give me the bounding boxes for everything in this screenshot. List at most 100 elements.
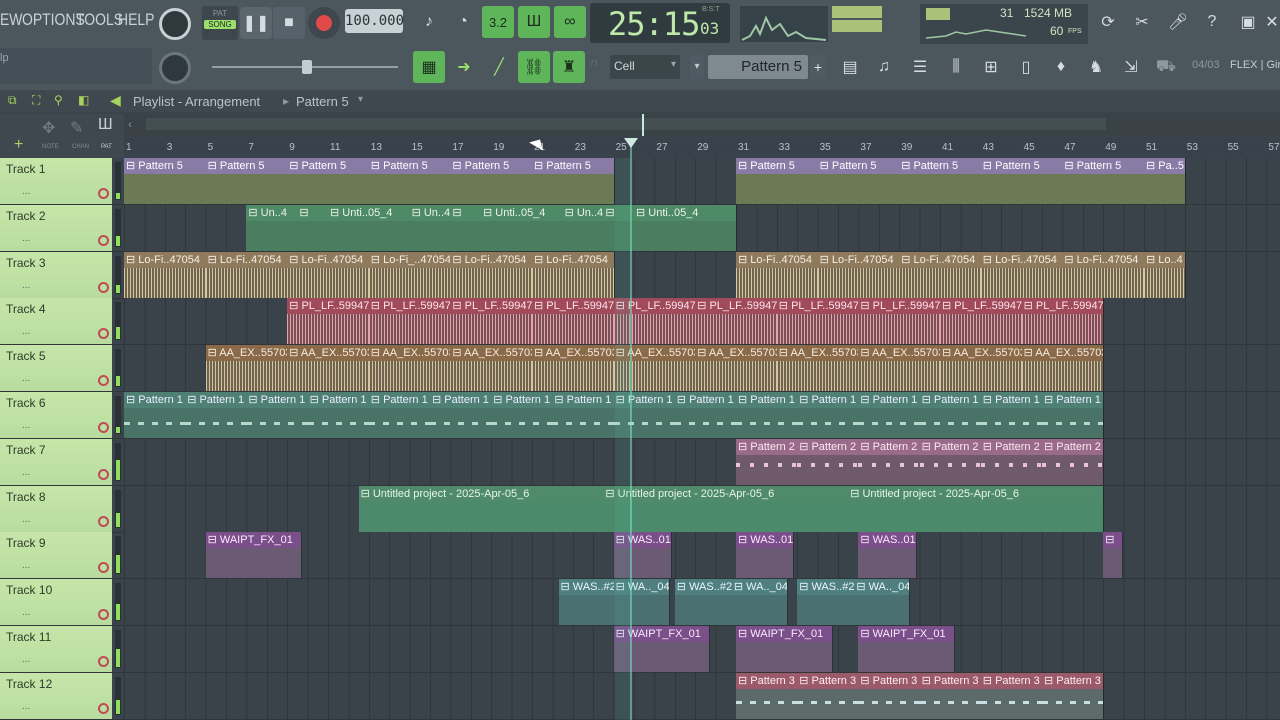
playlist-clip[interactable]: ⊟ Lo-Fi..47054 xyxy=(736,251,819,298)
record-button[interactable] xyxy=(308,7,340,39)
chan-tool-icon[interactable]: ✎ xyxy=(70,118,83,138)
playlist-clip[interactable]: ⊟ Pattern 3 xyxy=(736,672,799,719)
file-icon[interactable]: ▯ xyxy=(1010,51,1042,83)
track-lane[interactable]: ⊟ Pattern 3 ⊟ Pattern 3 ⊟ Pattern 3 ⊟ Patte… xyxy=(124,672,1280,719)
track-options-icon[interactable]: ... xyxy=(22,701,30,712)
playlist-clip[interactable]: ⊟ Untitled project - 2025-Apr-05_6 xyxy=(603,485,850,532)
playlist-clip[interactable]: ⊟ Pattern 2 xyxy=(919,438,982,485)
track-row[interactable]: Track 9... ⊟ WAIPT_FX_01 ⊟ WAS..01 ⊟ WAS..0… xyxy=(0,532,1280,580)
playlist-clip[interactable]: ⊟ Un..4 xyxy=(562,204,605,251)
track-row[interactable]: Track 7... ⊟ Pattern 2 ⊟ Pattern 2 ⊟ Patter… xyxy=(0,438,1280,486)
playlist-clip[interactable]: ⊟ Pattern 3 xyxy=(1042,672,1105,719)
playlist-clip[interactable]: ⊟ Pattern 3 xyxy=(980,672,1043,719)
save-icon[interactable]: ▣ xyxy=(1232,6,1264,38)
playlist-clip[interactable]: ⊟ Unti..05_4 xyxy=(481,204,564,251)
mixer-icon[interactable]: ⫼ xyxy=(940,51,972,83)
time-display[interactable]: 25:15 03 B:S:T xyxy=(590,3,730,43)
menu-help[interactable]: HELP xyxy=(118,10,154,30)
piano-roll-icon[interactable]: ♫ xyxy=(868,51,900,83)
track-row[interactable]: Track 5... ⊟ AA_EX..55703 ⊟ AA_EX..55703 ⊟ … xyxy=(0,345,1280,393)
playlist-clip[interactable]: ⊟ Untitled project - 2025-Apr-05_6 xyxy=(848,485,1105,532)
playlist-clip[interactable]: ⊟ Lo-Fi..47054 xyxy=(205,251,289,298)
playlist-clip[interactable]: ⊟ AA_EX..55703 xyxy=(695,345,778,392)
news-text[interactable]: FLEX | Gir xyxy=(1230,59,1280,71)
track-mute-icon[interactable] xyxy=(98,328,109,340)
shop-icon[interactable]: ⛟ xyxy=(1150,51,1182,83)
track-header[interactable]: Track 1... xyxy=(0,158,112,204)
playlist-clip[interactable]: ⊟ Pattern 1 xyxy=(552,392,615,438)
track-lane[interactable]: ⊟ PL_LF..59947 ⊟ PL_LF..59947 ⊟ PL_LF..599… xyxy=(124,298,1280,345)
playlist-clip[interactable]: ⊟ WAS..#2 xyxy=(797,579,856,626)
timeline-ruler[interactable]: 1 3 5 7 9 11 13 15 17 19 21 23 25 27 29 31 33 35 37 39 41 43 4… xyxy=(124,138,1280,159)
track-options-icon[interactable]: ... xyxy=(22,514,30,525)
playlist-clip[interactable]: ⊟ WAIPT_FX_01 xyxy=(736,626,833,672)
playlist-clip[interactable]: ⊟ PL_LF..59947 xyxy=(368,298,452,345)
master-slider-handle[interactable] xyxy=(302,60,312,74)
track-row[interactable]: Track 10... ⊟ WAS..#2 ⊟ WA.._04 ⊟ WAS..#2 ⊟ … xyxy=(0,579,1280,627)
playlist-clip[interactable]: ⊟ Pattern 1 xyxy=(674,392,737,438)
playlist-clip[interactable]: ⊟ Pattern 1 xyxy=(919,392,982,438)
playlist-clip[interactable]: ⊟ Pattern 1 xyxy=(124,392,187,438)
speaker-icon[interactable]: ◀ xyxy=(110,92,121,109)
playlist-clip[interactable]: ⊟ Pattern 1 xyxy=(858,392,921,438)
playlist-clip[interactable]: ⊟ AA_EX..55703 xyxy=(776,345,860,392)
playlist-clip[interactable]: ⊟ Lo-Fi..47054 xyxy=(1062,251,1145,298)
playlist-clip[interactable]: ⊟ Pa..5 xyxy=(1144,158,1186,204)
tab-pat[interactable]: PAT xyxy=(101,144,112,150)
track-header[interactable]: Track 10... xyxy=(0,579,112,626)
playlist-clip[interactable]: ⊟ Pattern 1 xyxy=(246,392,309,438)
playlist-clip[interactable]: ⊟ WA.._04 xyxy=(731,579,788,626)
playlist-clip[interactable]: ⊟ Lo-Fi..47054 xyxy=(980,251,1064,298)
playlist-clip[interactable]: ⊟ AA_EX..55703 xyxy=(205,345,289,392)
track-options-icon[interactable]: ... xyxy=(22,467,30,478)
playlist-clip[interactable]: ⊟ WAIPT_FX_01 xyxy=(858,626,956,672)
track-lane[interactable]: ⊟ WAIPT_FX_01 ⊟ WAS..01 ⊟ WAS..01 ⊟ WAS..01… xyxy=(124,532,1280,579)
browser-icon[interactable]: ▤ xyxy=(834,51,866,83)
track-header[interactable]: Track 3... xyxy=(0,251,112,298)
playlist-clip[interactable]: ⊟ Pattern 1 xyxy=(430,392,493,438)
download-icon[interactable]: ⇲ xyxy=(1115,51,1147,83)
track-options-icon[interactable]: ... xyxy=(22,560,30,571)
playlist-clip[interactable]: ⊟ Un..4 xyxy=(246,204,299,251)
playlist-clip[interactable]: ⊟ Pattern 5 xyxy=(205,158,289,204)
help-icon[interactable]: ? xyxy=(1196,6,1228,38)
playlist-clip[interactable]: ⊟ AA_EX..55703 xyxy=(940,345,1023,392)
playlist-clip[interactable]: ⊟ AA_EX..55703 xyxy=(368,345,452,392)
playlist-clip[interactable]: ⊟ Pattern 2 xyxy=(858,438,921,485)
playlist-clip[interactable]: ⊟ Pattern 1 xyxy=(185,392,248,438)
playlist-clip[interactable]: ⊟ Pattern 3 xyxy=(919,672,982,719)
audio-icon[interactable]: ◧ xyxy=(78,93,89,107)
playlist-clip[interactable]: ⊟ PL_LF..59947 xyxy=(940,298,1023,345)
track-lane[interactable]: ⊟ Pattern 1 ⊟ Pattern 1 ⊟ Pattern 1 ⊟ Patte… xyxy=(124,392,1280,438)
note-tool-icon[interactable]: ✥ xyxy=(42,118,55,138)
track-mute-icon[interactable] xyxy=(98,702,109,714)
arrangement-overview[interactable]: ‹ xyxy=(124,114,1280,136)
playlist-clip[interactable]: ⊟ PL_LF..59947 xyxy=(1021,298,1105,345)
track-options-icon[interactable]: ... xyxy=(22,373,30,384)
playlist-clip[interactable]: ⊟ WAS..#2 xyxy=(558,579,615,626)
microphone-icon[interactable]: 🎤︎ xyxy=(1162,6,1194,38)
playlist-clip[interactable]: ⊟ Pattern 2 xyxy=(736,438,799,485)
playlist-clip[interactable]: ⊟ Pattern 1 xyxy=(368,392,431,438)
snap-select[interactable]: Cell ▾ xyxy=(610,55,680,79)
track-header[interactable]: Track 5... xyxy=(0,345,112,392)
pattern-prev-button[interactable]: ▾ xyxy=(690,55,704,79)
playlist-clip[interactable]: ⊟ AA_EX..55703 xyxy=(858,345,941,392)
playlist-button[interactable]: ▦ xyxy=(413,51,445,83)
playhead-marker-icon[interactable] xyxy=(624,138,638,148)
arrow-right-icon[interactable]: ➜ xyxy=(448,51,480,83)
track-options-icon[interactable]: ... xyxy=(22,654,30,665)
playlist-clip[interactable]: ⊟ xyxy=(297,204,329,251)
track-mute-icon[interactable] xyxy=(98,468,109,480)
playlist-clip[interactable]: ⊟ Pattern 5 xyxy=(980,158,1064,204)
track-header[interactable]: Track 7... xyxy=(0,438,112,485)
playlist-clip[interactable]: ⊟ PL_LF..59947 xyxy=(532,298,615,345)
master-pitch-knob[interactable] xyxy=(159,52,191,84)
playlist-clip[interactable]: ⊟ Pattern 1 xyxy=(491,392,554,438)
track-lane[interactable]: ⊟ WAS..#2 ⊟ WA.._04 ⊟ WAS..#2 ⊟ WA.._04 ⊟ WA… xyxy=(124,579,1280,626)
playlist-pattern[interactable]: Pattern 5 xyxy=(296,94,349,109)
track-lane[interactable]: ⊟ WAIPT_FX_01 ⊟ WAIPT_FX_01 ⊟ WAIPT_FX_01 xyxy=(124,626,1280,672)
playlist-clip[interactable]: ⊟ WAS..01 xyxy=(736,532,795,579)
track-lane[interactable]: ⊟ Pattern 2 ⊟ Pattern 2 ⊟ Pattern 2 ⊟ Patte… xyxy=(124,438,1280,485)
playlist-clip[interactable]: ⊟ WAS..#2 xyxy=(674,579,733,626)
